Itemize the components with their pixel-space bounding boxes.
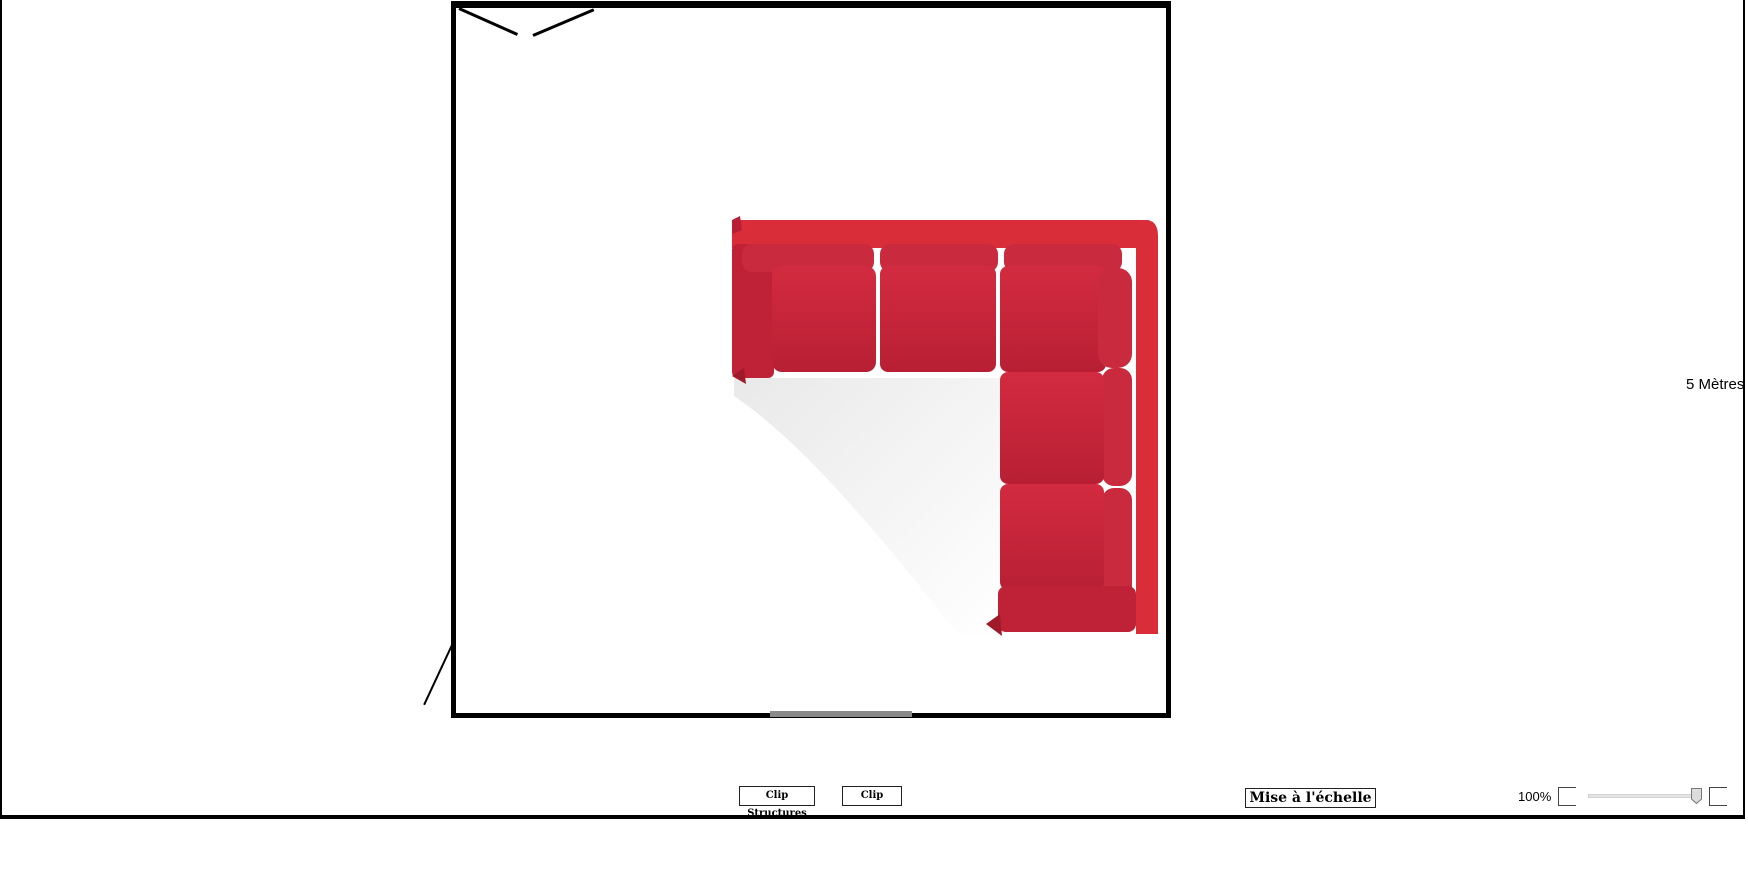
sofa-shadow <box>734 378 1000 634</box>
sofa-chaise-arm <box>998 586 1136 632</box>
sofa-seat-cushion-1 <box>772 266 876 372</box>
clip-structures-button[interactable]: Clip Structures <box>739 786 815 819</box>
zoom-slider[interactable] <box>1588 794 1698 798</box>
sofa-seat-cushion-2 <box>880 266 996 372</box>
sofa-side-back-cushion-1 <box>1098 268 1132 368</box>
zoom-in-button[interactable] <box>1709 787 1727 806</box>
sofa-seat-cushion-3 <box>1000 266 1106 372</box>
sofa-side-back-cushion-2 <box>1102 368 1132 486</box>
sofa-chaise-cushion-2 <box>1000 484 1104 590</box>
scale-label: 5 Mètres <box>1686 376 1745 393</box>
clip-button[interactable]: Clip <box>842 786 902 806</box>
corner-sofa[interactable] <box>728 216 1160 640</box>
slider-thumb-icon[interactable] <box>1691 788 1702 804</box>
wall-opening[interactable] <box>770 711 912 717</box>
scale-button[interactable]: Mise à l'échelle <box>1245 788 1376 808</box>
zoom-level: 100% <box>1518 789 1552 804</box>
sofa-chaise-cushion-1 <box>1000 372 1104 484</box>
zoom-out-button[interactable] <box>1558 787 1576 806</box>
window-frame <box>455 3 597 7</box>
